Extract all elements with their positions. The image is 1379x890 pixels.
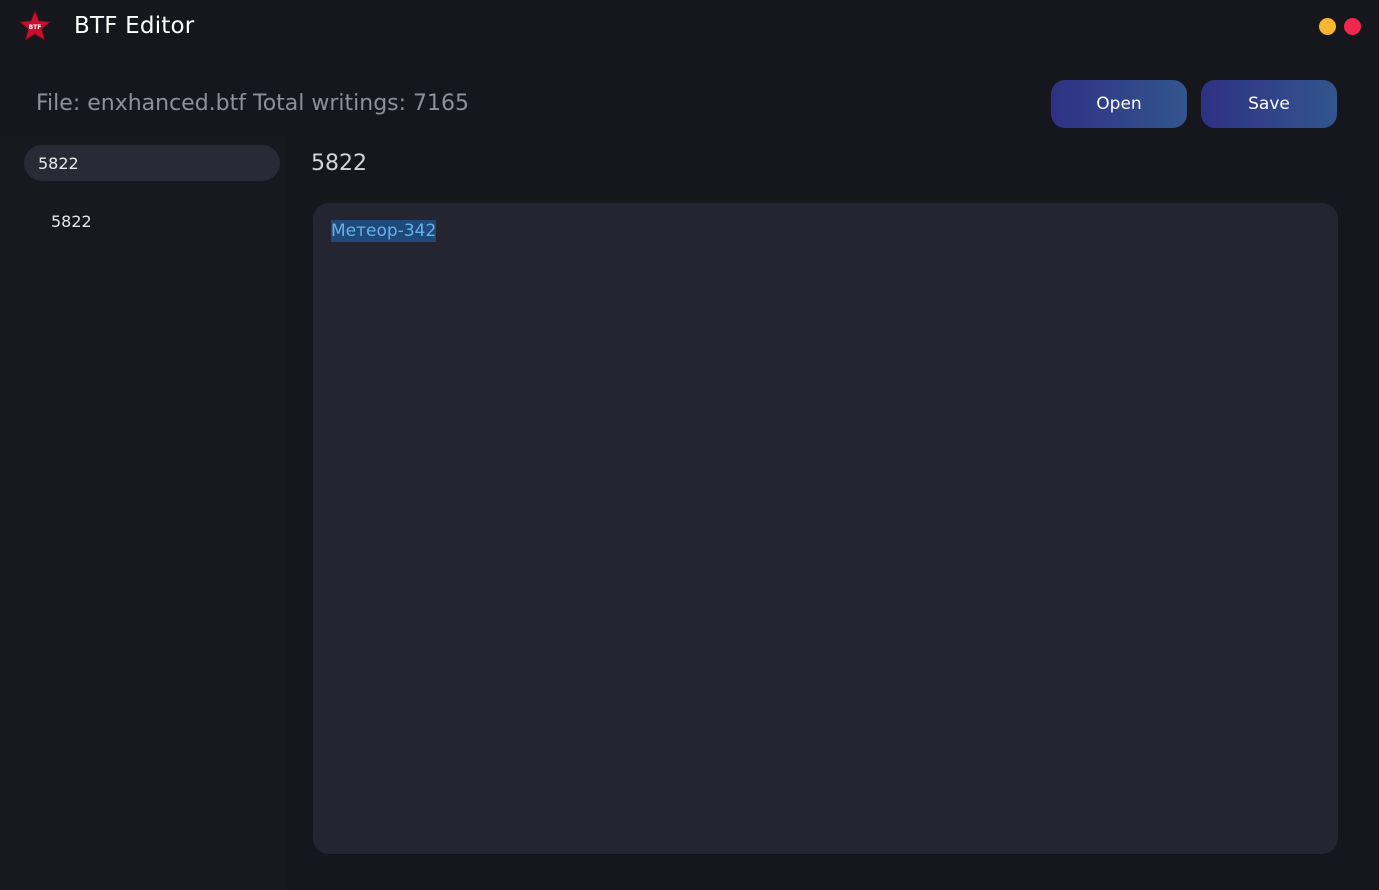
entry-title: 5822 bbox=[311, 151, 367, 176]
open-button[interactable]: Open bbox=[1051, 80, 1187, 128]
app-title: BTF Editor bbox=[74, 13, 195, 39]
save-button[interactable]: Save bbox=[1201, 80, 1337, 128]
app-window: BTF BTF Editor File: enxhanced.btf Total … bbox=[0, 0, 1379, 890]
list-item[interactable]: 5822 bbox=[24, 206, 280, 238]
text-editor[interactable]: Метеор-342 bbox=[313, 203, 1338, 854]
selected-text[interactable]: Метеор-342 bbox=[331, 220, 437, 242]
file-info: File: enxhanced.btf Total writings: 7165 bbox=[36, 91, 469, 116]
minimize-button[interactable] bbox=[1319, 18, 1336, 35]
search-input[interactable] bbox=[24, 145, 280, 181]
app-logo-icon: BTF bbox=[19, 10, 51, 41]
app-logo-text: BTF bbox=[29, 24, 42, 31]
total-writings-label: Total writings: 7165 bbox=[253, 91, 470, 116]
editor-content[interactable]: Метеор-342 bbox=[331, 219, 437, 243]
close-button[interactable] bbox=[1344, 18, 1361, 35]
title-bar[interactable]: BTF BTF Editor bbox=[0, 0, 1379, 54]
file-name-label: File: enxhanced.btf bbox=[36, 91, 247, 116]
sidebar: 5822 bbox=[0, 136, 287, 890]
